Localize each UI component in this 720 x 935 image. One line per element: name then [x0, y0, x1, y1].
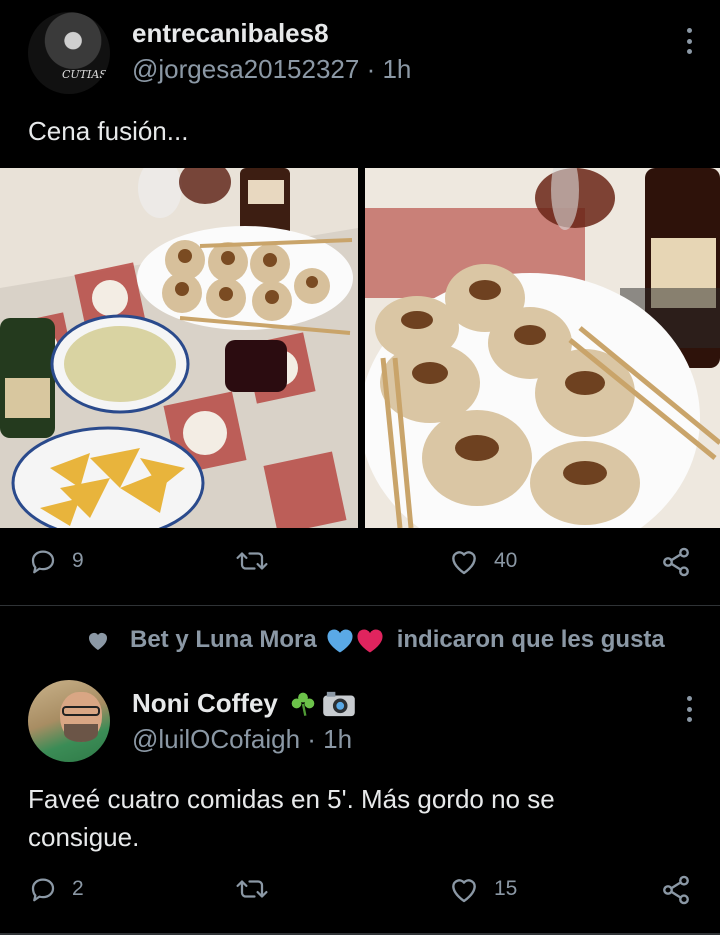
- photo-dumplings-closeup: [365, 168, 720, 528]
- reply-icon: [31, 550, 55, 574]
- retweet-icon: [236, 552, 268, 570]
- like-count: 15: [494, 877, 518, 900]
- share-button[interactable]: [660, 874, 692, 906]
- more-icon[interactable]: [686, 696, 692, 722]
- avatar[interactable]: [28, 680, 110, 762]
- red-heart-icon: [357, 629, 383, 653]
- avatar-glasses: [62, 706, 100, 716]
- blue-heart-icon: [327, 629, 353, 653]
- like-button[interactable]: 40: [448, 546, 517, 576]
- share-button[interactable]: [660, 546, 692, 578]
- camera-icon: [323, 691, 355, 716]
- shamrock-icon: [291, 692, 315, 716]
- heart-icon: [89, 633, 107, 650]
- like-count: 40: [494, 549, 518, 572]
- social-context[interactable]: Bet y Luna Mora indicaron que les gusta: [86, 626, 665, 654]
- retweet-button[interactable]: [234, 546, 270, 576]
- retweet-button[interactable]: [234, 874, 270, 904]
- tweet-text-line-1: Faveé cuatro comidas en 5'. Más gordo no…: [28, 784, 555, 814]
- display-name[interactable]: entrecanibales8: [132, 18, 329, 49]
- reply-icon: [31, 878, 55, 902]
- name-emojis: [288, 690, 356, 718]
- avatar-beard: [64, 724, 98, 742]
- display-name-row[interactable]: Noni Coffey: [132, 688, 356, 719]
- reply-count: 9: [72, 549, 84, 572]
- reply-button[interactable]: 9: [28, 546, 84, 576]
- display-name: Noni Coffey: [132, 688, 278, 718]
- photo-dinner-table: [0, 168, 358, 528]
- hearts-emoji: [325, 626, 385, 654]
- more-icon[interactable]: [686, 28, 692, 54]
- avatar[interactable]: CUTIAS: [28, 12, 110, 94]
- divider: [0, 605, 720, 606]
- tweet-actions: 9 40: [0, 546, 720, 586]
- like-icon: [452, 551, 476, 575]
- tweet[interactable]: CUTIAS entrecanibales8 @jorgesa20152327 …: [0, 0, 720, 605]
- social-names: Bet y Luna Mora: [130, 626, 317, 653]
- share-icon: [663, 547, 689, 577]
- handle-timestamp[interactable]: @luilOCofaigh · 1h: [132, 724, 352, 755]
- tweet-actions: 2 15: [0, 874, 720, 914]
- tweet-text-line-2: consigue.: [28, 822, 140, 852]
- like-button[interactable]: 15: [448, 874, 517, 904]
- like-icon: [452, 879, 476, 903]
- tweet-photo-1[interactable]: [0, 168, 358, 528]
- tweet-text: Faveé cuatro comidas en 5'. Más gordo no…: [28, 780, 555, 856]
- avatar-text: CUTIAS: [62, 68, 107, 81]
- handle-timestamp[interactable]: @jorgesa20152327 · 1h: [132, 54, 411, 85]
- retweet-icon: [236, 880, 268, 898]
- tweet-text: Cena fusión...: [28, 116, 189, 146]
- social-tail: indicaron que les gusta: [396, 626, 665, 653]
- tweet-photo-2[interactable]: [365, 168, 720, 528]
- reply-count: 2: [72, 877, 84, 900]
- share-icon: [663, 875, 689, 905]
- reply-button[interactable]: 2: [28, 874, 84, 904]
